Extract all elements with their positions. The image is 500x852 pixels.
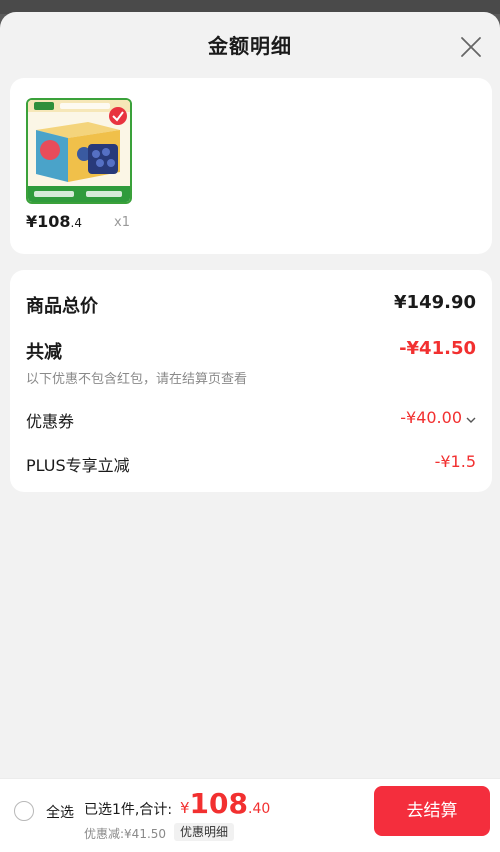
total-discount-value: -¥41.50 bbox=[399, 338, 476, 359]
total-integer: 108 bbox=[189, 787, 248, 820]
goods-total-value: ¥149.90 bbox=[394, 292, 476, 313]
goods-total-label: 商品总价 bbox=[26, 296, 98, 317]
select-all-label[interactable]: 全选 bbox=[46, 802, 74, 822]
close-icon[interactable] bbox=[458, 34, 484, 60]
amount-detail-sheet: 金额明细 ¥108.4 x1 商品总价 ¥149.90 共减 -¥41.50 以… bbox=[0, 12, 500, 852]
coupon-label: 优惠券 bbox=[26, 412, 75, 431]
chevron-down-icon[interactable] bbox=[466, 409, 476, 428]
price-decimal: .4 bbox=[70, 216, 82, 230]
coupon-value: -¥40.00 bbox=[400, 408, 462, 427]
checkout-button[interactable]: 去结算 bbox=[374, 786, 490, 836]
plus-discount-value: -¥1.5 bbox=[434, 452, 476, 471]
total-discount-label: 共减 bbox=[26, 342, 62, 363]
plus-discount-label: PLUS专享立减 bbox=[26, 456, 130, 475]
total-amount: ¥108.40 bbox=[180, 787, 270, 820]
product-quantity: x1 bbox=[114, 215, 130, 230]
product-price: ¥108.4 bbox=[26, 212, 82, 231]
price-summary-card: 商品总价 ¥149.90 共减 -¥41.50 以下优惠不包含红包，请在结算页查… bbox=[10, 270, 492, 492]
discount-detail-button[interactable]: 优惠明细 bbox=[174, 823, 235, 841]
select-all-radio[interactable] bbox=[14, 801, 34, 821]
sheet-title: 金额明细 bbox=[208, 34, 292, 58]
discount-note: 以下优惠不包含红包，请在结算页查看 bbox=[26, 372, 248, 387]
total-decimal: .40 bbox=[248, 801, 271, 817]
product-thumbnail[interactable] bbox=[26, 98, 132, 204]
discount-summary: 优惠减:¥41.50 bbox=[84, 827, 167, 841]
selected-count: 已选1件,合计: bbox=[84, 802, 173, 818]
product-card: ¥108.4 x1 bbox=[10, 78, 492, 254]
checkout-bar: 全选 已选1件,合计: ¥108.40 优惠减:¥41.50 优惠明细 去结算 bbox=[0, 778, 500, 852]
total-symbol: ¥ bbox=[180, 799, 190, 817]
blueberry-gift-box-image bbox=[28, 100, 130, 202]
coupon-row[interactable]: -¥40.00 bbox=[400, 408, 476, 428]
price-main: ¥108 bbox=[26, 212, 71, 231]
